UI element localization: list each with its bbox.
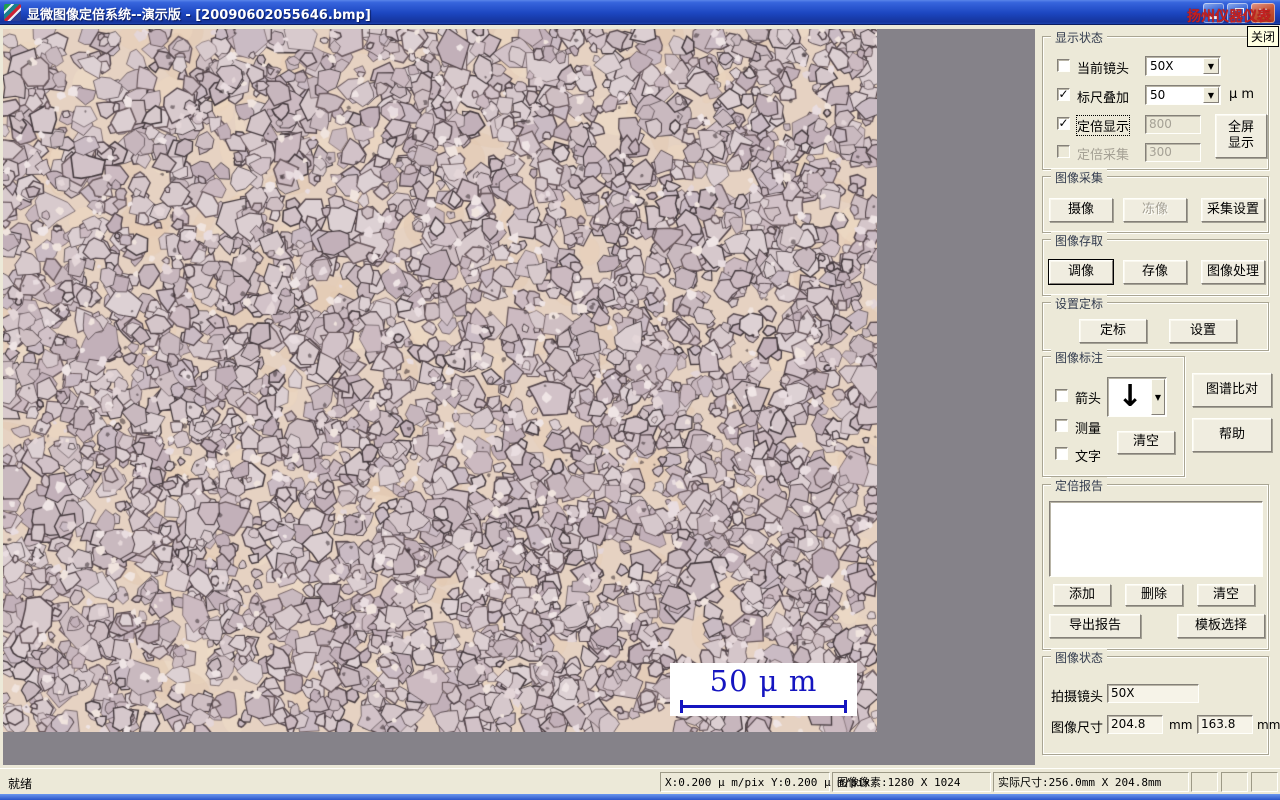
width-value-field: 204.8 bbox=[1107, 715, 1163, 734]
restore-button[interactable] bbox=[1227, 3, 1248, 23]
save-image-button[interactable]: 存像 bbox=[1123, 260, 1187, 284]
group-title: 定倍报告 bbox=[1051, 477, 1108, 494]
fixed-capture-field: 300 bbox=[1145, 143, 1201, 162]
restore-icon bbox=[1231, 8, 1244, 18]
arrow-style-combobox[interactable]: ↓ ▼ bbox=[1107, 377, 1167, 417]
scalebar-overlay: 50 μ m bbox=[670, 663, 857, 716]
image-viewport: 50 μ m bbox=[3, 29, 1035, 765]
group-image-status: 图像状态 拍摄镜头 50X 图像尺寸 204.8 mm 163.8 mm bbox=[1042, 649, 1280, 755]
group-acquisition: 图像采集 摄像 冻像 采集设置 bbox=[1042, 169, 1269, 233]
group-annotation: 图像标注 箭头 测量 文字 ↓ ▼ 清空 bbox=[1042, 349, 1185, 477]
current-lens-checkbox[interactable] bbox=[1057, 59, 1070, 72]
status-empty-panel bbox=[1191, 772, 1218, 792]
measure-checkbox[interactable] bbox=[1055, 419, 1068, 432]
fixed-capture-label: 定倍采集 bbox=[1077, 148, 1130, 163]
lens-value-field: 50X bbox=[1107, 684, 1199, 703]
arrow-label: 箭头 bbox=[1075, 392, 1102, 407]
minimize-icon bbox=[1208, 16, 1217, 19]
template-select-button[interactable]: 模板选择 bbox=[1177, 614, 1265, 638]
report-listbox[interactable] bbox=[1049, 501, 1263, 577]
down-arrow-icon: ↓ bbox=[1117, 379, 1143, 414]
window-title: 显微图像定倍系统--演示版 - [20090602055646.bmp] bbox=[27, 8, 371, 23]
group-title: 显示状态 bbox=[1051, 29, 1108, 46]
minimize-button[interactable] bbox=[1203, 3, 1224, 23]
scale-overlay-label: 标尺叠加 bbox=[1077, 91, 1130, 106]
scale-unit-label: μ m bbox=[1229, 87, 1255, 102]
titlebar[interactable]: 显微图像定倍系统--演示版 - [20090602055646.bmp] bbox=[0, 0, 1280, 25]
status-pixel-scale: X:0.200 μ m/pix Y:0.200 μ m/pix bbox=[660, 772, 870, 792]
load-image-button[interactable]: 调像 bbox=[1049, 260, 1113, 284]
height-value-field: 163.8 bbox=[1197, 715, 1253, 734]
scalebar-label: 50 μ m bbox=[709, 664, 818, 698]
chevron-down-icon[interactable]: ▼ bbox=[1151, 379, 1165, 415]
scalebar-tick-left bbox=[680, 700, 683, 713]
status-empty-panel bbox=[1221, 772, 1248, 792]
text-label: 文字 bbox=[1075, 450, 1102, 465]
statusbar: 就绪 X:0.200 μ m/pix Y:0.200 μ m/pix 图像像素:… bbox=[0, 768, 1280, 794]
report-clear-button[interactable]: 清空 bbox=[1197, 584, 1255, 606]
chevron-down-icon[interactable]: ▼ bbox=[1203, 58, 1219, 74]
scale-value-combobox[interactable]: 50 ▼ bbox=[1145, 85, 1221, 105]
report-delete-button[interactable]: 删除 bbox=[1125, 584, 1183, 606]
group-title: 图像采集 bbox=[1051, 169, 1108, 186]
clear-annotations-button[interactable]: 清空 bbox=[1117, 431, 1175, 454]
scalebar-line bbox=[680, 705, 847, 708]
group-calibration: 设置定标 定标 设置 bbox=[1042, 295, 1269, 351]
close-button[interactable]: × bbox=[1251, 3, 1275, 23]
capture-settings-button[interactable]: 采集设置 bbox=[1201, 198, 1265, 222]
capture-button[interactable]: 摄像 bbox=[1049, 198, 1113, 222]
export-report-button[interactable]: 导出报告 bbox=[1049, 614, 1141, 638]
group-title: 图像标注 bbox=[1051, 349, 1108, 366]
app-icon bbox=[4, 4, 21, 21]
fixed-display-checkbox[interactable]: ✓ bbox=[1057, 117, 1070, 130]
calibration-settings-button[interactable]: 设置 bbox=[1169, 319, 1237, 343]
status-actual-size: 实际尺寸:256.0mm X 204.8mm bbox=[993, 772, 1189, 792]
chevron-down-icon[interactable]: ▼ bbox=[1203, 87, 1219, 103]
current-lens-combobox[interactable]: 50X ▼ bbox=[1145, 56, 1221, 76]
process-image-button[interactable]: 图像处理 bbox=[1201, 260, 1265, 284]
measure-label: 测量 bbox=[1075, 422, 1102, 437]
current-lens-value: 50X bbox=[1150, 59, 1174, 73]
close-tooltip: 关闭 bbox=[1247, 26, 1280, 47]
group-title: 图像存取 bbox=[1051, 232, 1108, 249]
fixed-display-field: 800 bbox=[1145, 115, 1201, 134]
size-label: 图像尺寸 bbox=[1051, 721, 1104, 736]
fullscreen-button[interactable]: 全屏显示 bbox=[1215, 114, 1267, 158]
group-title: 图像状态 bbox=[1051, 649, 1108, 666]
group-title: 设置定标 bbox=[1051, 295, 1108, 312]
arrow-checkbox[interactable] bbox=[1055, 389, 1068, 402]
atlas-compare-button[interactable]: 图谱比对 bbox=[1192, 373, 1272, 407]
report-add-button[interactable]: 添加 bbox=[1053, 584, 1111, 606]
status-empty-panel bbox=[1251, 772, 1278, 792]
scalebar-tick-right bbox=[844, 700, 847, 713]
group-report: 定倍报告 添加 删除 清空 导出报告 模板选择 bbox=[1042, 477, 1269, 650]
height-unit-label: mm bbox=[1257, 718, 1280, 732]
close-icon: × bbox=[1257, 5, 1269, 21]
group-storage: 图像存取 调像 存像 图像处理 bbox=[1042, 232, 1269, 296]
status-ready: 就绪 bbox=[8, 777, 33, 791]
fixed-display-label: 定倍显示 bbox=[1075, 115, 1131, 136]
current-lens-label: 当前镜头 bbox=[1077, 62, 1130, 77]
text-checkbox[interactable] bbox=[1055, 447, 1068, 460]
fixed-capture-checkbox bbox=[1057, 145, 1070, 158]
window-bottom-border bbox=[0, 794, 1280, 800]
lens-label: 拍摄镜头 bbox=[1051, 690, 1104, 705]
freeze-button: 冻像 bbox=[1123, 198, 1187, 222]
help-button[interactable]: 帮助 bbox=[1192, 418, 1272, 452]
status-image-pixels: 图像像素:1280 X 1024 bbox=[832, 772, 991, 792]
calibrate-button[interactable]: 定标 bbox=[1079, 319, 1147, 343]
group-display-status: 显示状态 当前镜头 50X ▼ ✓ 标尺叠加 50 ▼ μ m ✓ 定倍显示 8… bbox=[1042, 29, 1269, 170]
scale-overlay-checkbox[interactable]: ✓ bbox=[1057, 88, 1070, 101]
width-unit-label: mm bbox=[1169, 718, 1193, 732]
scale-value: 50 bbox=[1150, 88, 1166, 102]
micrograph-image[interactable] bbox=[3, 29, 877, 732]
